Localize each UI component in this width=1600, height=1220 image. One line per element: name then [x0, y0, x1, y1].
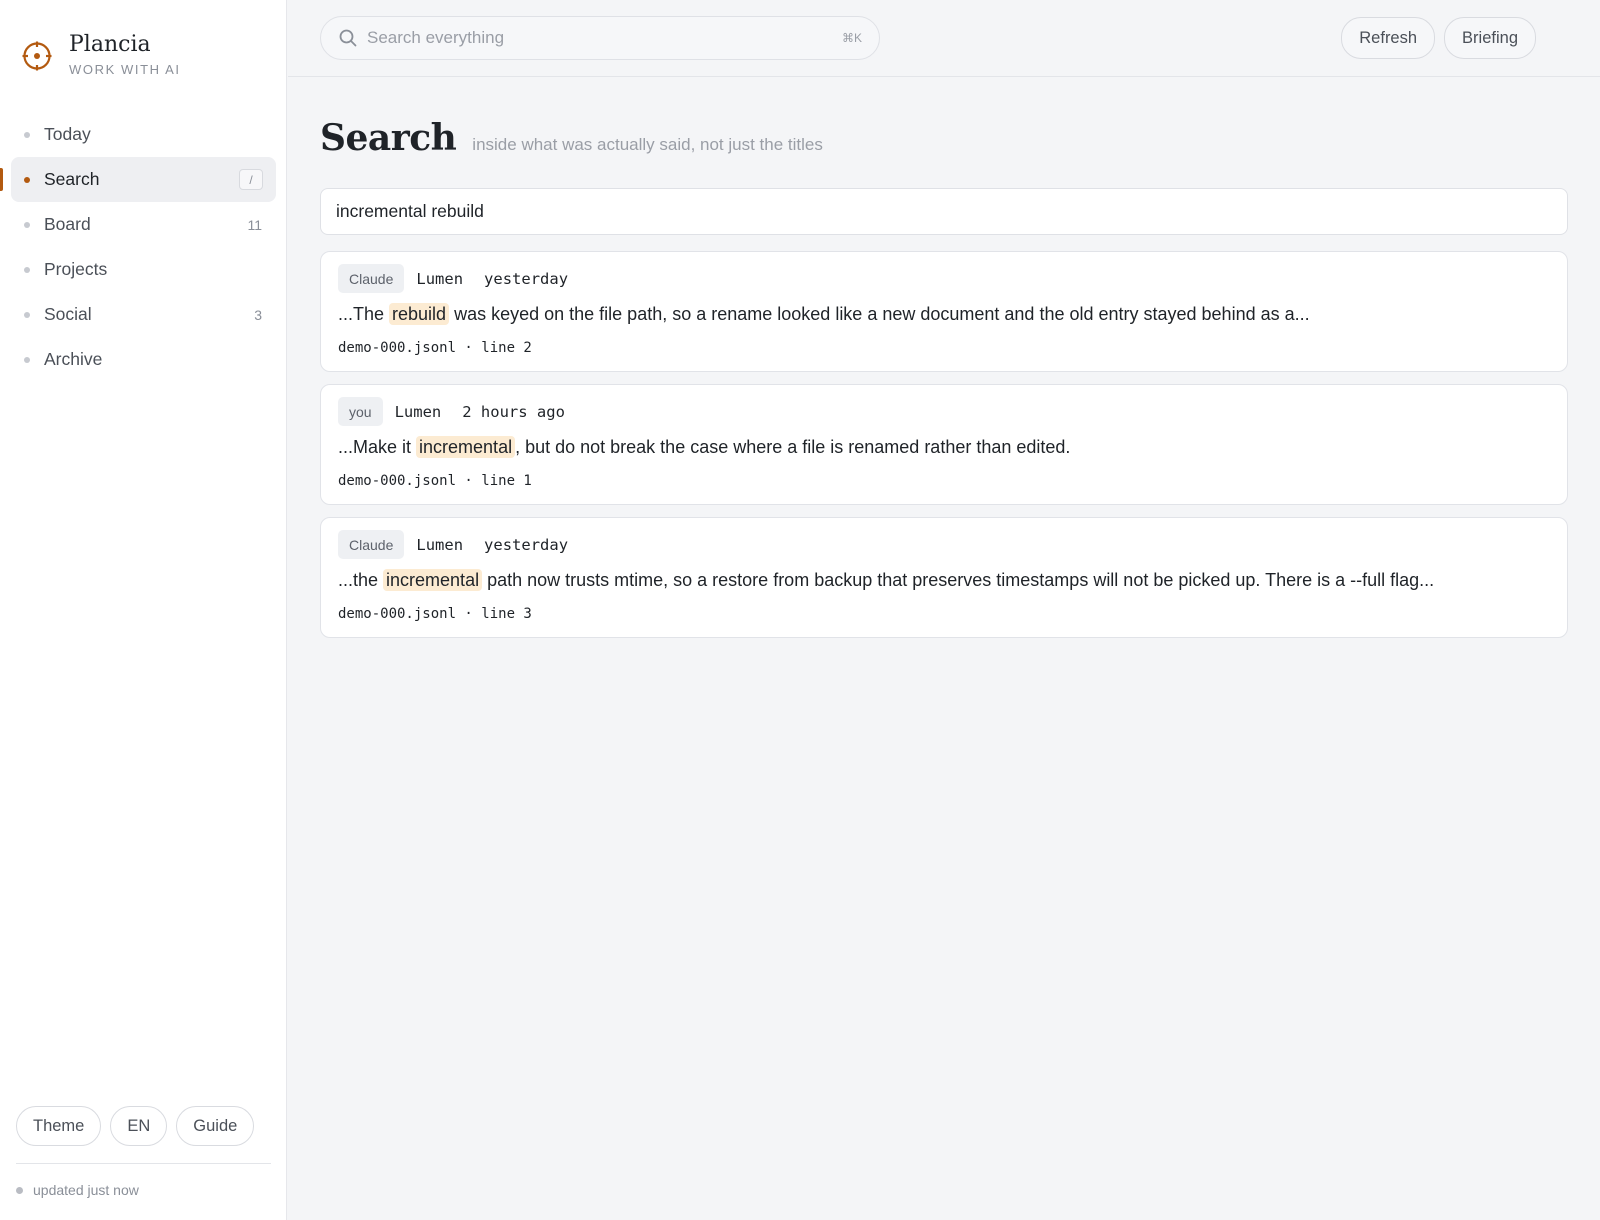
page-title: Search — [320, 117, 457, 159]
count-badge: 11 — [247, 216, 262, 233]
brand-tagline: WORK WITH AI — [69, 62, 181, 77]
language-button[interactable]: EN — [110, 1106, 168, 1146]
status-text: updated just now — [33, 1182, 139, 1198]
role-badge: Claude — [338, 264, 405, 293]
global-search-input[interactable] — [367, 28, 827, 48]
nav-dot-icon — [24, 132, 30, 138]
nav-dot-icon — [24, 177, 30, 183]
topbar: ⌘K Refresh Briefing — [288, 0, 1600, 77]
sidebar-item-archive[interactable]: Archive — [11, 337, 276, 382]
result-snippet: ...Make it incremental, but do not break… — [338, 436, 1071, 458]
snippet-after: was keyed on the file path, so a rename … — [449, 304, 1310, 324]
brand-name: Plancia — [69, 32, 151, 57]
sidebar-item-label: Social — [44, 304, 92, 324]
global-search-bar[interactable]: ⌘K — [320, 16, 880, 60]
briefing-button[interactable]: Briefing — [1444, 17, 1536, 59]
search-result[interactable]: Claude Lumen yesterday ...the incrementa… — [320, 517, 1568, 638]
search-results: Claude Lumen yesterday ...The rebuild wa… — [320, 251, 1568, 638]
theme-button[interactable]: Theme — [16, 1106, 102, 1146]
result-snippet: ...The rebuild was keyed on the file pat… — [338, 303, 1310, 325]
sidebar-item-label: Search — [44, 169, 100, 189]
search-shortcut-hint: ⌘K — [841, 31, 862, 45]
sidebar-item-social[interactable]: Social 3 — [11, 292, 276, 337]
sidebar: Plancia WORK WITH AI Today Search / Boar… — [0, 0, 287, 1220]
result-source: demo-000.jsonl · line 3 — [338, 606, 532, 622]
sidebar-item-label: Projects — [44, 259, 108, 279]
snippet-after: path now trusts mtime, so a restore from… — [482, 570, 1435, 590]
crosshair-logo-icon — [22, 41, 52, 71]
count-badge: 3 — [254, 306, 262, 323]
sidebar-item-label: Today — [44, 124, 91, 144]
snippet-before: ...The — [338, 304, 390, 324]
result-project: Lumen — [394, 402, 442, 421]
role-badge: you — [338, 397, 383, 426]
shortcut-badge: / — [239, 169, 263, 190]
result-project: Lumen — [416, 269, 464, 288]
sidebar-item-today[interactable]: Today — [11, 112, 276, 157]
update-status: updated just now — [16, 1164, 271, 1220]
sidebar-item-projects[interactable]: Projects — [11, 247, 276, 292]
match-highlight: rebuild — [389, 303, 450, 325]
sidebar-footer: Theme EN Guide updated just now — [16, 1106, 271, 1220]
nav-dot-icon — [24, 222, 30, 228]
match-highlight: incremental — [383, 569, 483, 591]
search-query-box[interactable] — [320, 188, 1568, 235]
sidebar-item-label: Board — [44, 214, 91, 234]
result-time: 2 hours ago — [462, 402, 565, 421]
role-badge: Claude — [338, 530, 405, 559]
search-icon — [339, 29, 357, 47]
nav-dot-icon — [24, 312, 30, 318]
sidebar-item-label: Archive — [44, 349, 103, 369]
nav-dot-icon — [24, 357, 30, 363]
brand[interactable]: Plancia WORK WITH AI — [22, 30, 181, 77]
sidebar-nav: Today Search / Board 11 Projects Social … — [0, 112, 276, 382]
refresh-button[interactable]: Refresh — [1341, 17, 1436, 59]
result-time: yesterday — [484, 269, 569, 288]
sidebar-item-search[interactable]: Search / — [0, 157, 276, 202]
sidebar-item-board[interactable]: Board 11 — [11, 202, 276, 247]
main-content: Search inside what was actually said, no… — [320, 77, 1568, 650]
result-source: demo-000.jsonl · line 1 — [338, 473, 532, 489]
page-subtitle: inside what was actually said, not just … — [472, 135, 823, 154]
match-highlight: incremental — [416, 436, 516, 458]
snippet-before: ...Make it — [338, 437, 417, 457]
nav-dot-icon — [24, 267, 30, 273]
status-dot-icon — [16, 1186, 23, 1194]
guide-button[interactable]: Guide — [176, 1106, 255, 1146]
snippet-after: , but do not break the case where a file… — [515, 437, 1071, 457]
result-time: yesterday — [484, 535, 569, 554]
result-source: demo-000.jsonl · line 2 — [338, 340, 532, 356]
search-query-input[interactable] — [336, 201, 1536, 222]
search-result[interactable]: Claude Lumen yesterday ...The rebuild wa… — [320, 251, 1568, 372]
result-snippet: ...the incremental path now trusts mtime… — [338, 569, 1435, 591]
result-project: Lumen — [416, 535, 464, 554]
search-result[interactable]: you Lumen 2 hours ago ...Make it increme… — [320, 384, 1568, 505]
snippet-before: ...the — [338, 570, 384, 590]
